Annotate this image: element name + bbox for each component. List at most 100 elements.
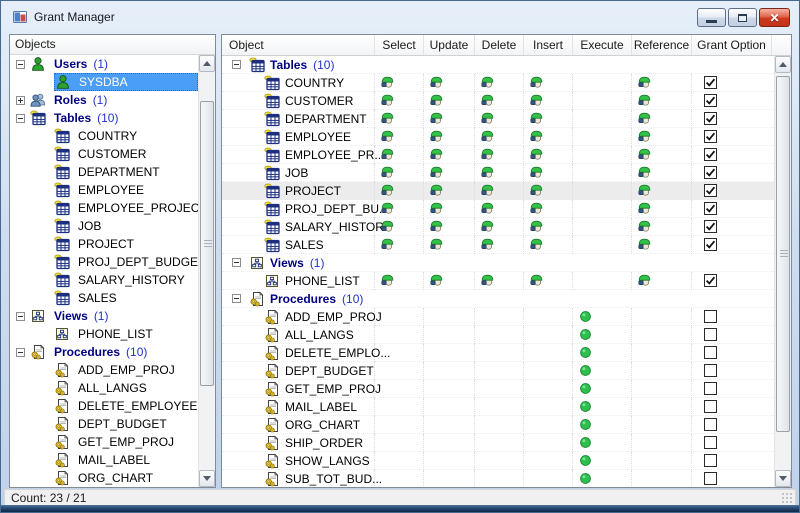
grant-option-checkbox-checked[interactable] — [704, 112, 717, 125]
tree-item[interactable]: DELETE_EMPLOYEE — [10, 397, 198, 415]
collapse-minus-icon[interactable] — [232, 294, 241, 303]
grid-scrollbar[interactable] — [774, 56, 791, 487]
privilege-cell-execute[interactable] — [573, 398, 632, 416]
grant-option-checkbox-unchecked[interactable] — [704, 454, 717, 467]
grant-option-checkbox-checked[interactable] — [704, 130, 717, 143]
privilege-cell-reference[interactable] — [632, 92, 692, 110]
privilege-cell-delete[interactable] — [475, 146, 524, 164]
grant-option-cell[interactable] — [692, 146, 772, 164]
column-header-execute[interactable]: Execute — [573, 35, 632, 55]
tree-item[interactable]: ORG_CHART — [10, 469, 198, 487]
privilege-cell-reference[interactable] — [632, 218, 692, 236]
privilege-cell-update[interactable] — [424, 200, 475, 218]
close-button[interactable]: ✕ — [759, 8, 790, 27]
privilege-cell-delete[interactable] — [475, 416, 524, 434]
column-header-select[interactable]: Select — [375, 35, 424, 55]
scrollbar-thumb[interactable] — [200, 101, 214, 386]
privilege-cell-delete[interactable] — [475, 164, 524, 182]
grid-row[interactable]: EMPLOYEE_PR... — [222, 146, 774, 164]
privilege-cell-insert[interactable] — [524, 218, 573, 236]
scroll-up-button[interactable] — [199, 55, 215, 72]
tree-scrollbar[interactable] — [198, 55, 215, 487]
privilege-cell-delete[interactable] — [475, 434, 524, 452]
privilege-cell-insert[interactable] — [524, 434, 573, 452]
privilege-cell-insert[interactable] — [524, 164, 573, 182]
privilege-cell-execute[interactable] — [573, 146, 632, 164]
privilege-cell-update[interactable] — [424, 74, 475, 92]
tree-item[interactable]: SALES — [10, 289, 198, 307]
grant-option-cell[interactable] — [692, 416, 772, 434]
privilege-cell-update[interactable] — [424, 146, 475, 164]
privilege-cell-delete[interactable] — [475, 218, 524, 236]
privilege-cell-reference[interactable] — [632, 236, 692, 254]
privilege-cell-delete[interactable] — [475, 92, 524, 110]
privilege-cell-delete[interactable] — [475, 110, 524, 128]
privilege-cell-execute[interactable] — [573, 380, 632, 398]
grant-option-checkbox-unchecked[interactable] — [704, 310, 717, 323]
privilege-cell-reference[interactable] — [632, 326, 692, 344]
grant-option-checkbox-unchecked[interactable] — [704, 328, 717, 341]
collapse-minus-icon[interactable] — [16, 348, 25, 357]
privilege-cell-delete[interactable] — [475, 362, 524, 380]
privilege-cell-select[interactable] — [375, 110, 424, 128]
privilege-cell-execute[interactable] — [573, 344, 632, 362]
grant-option-cell[interactable] — [692, 272, 772, 290]
collapse-minus-icon[interactable] — [232, 60, 241, 69]
privilege-cell-select[interactable] — [375, 128, 424, 146]
privilege-cell-update[interactable] — [424, 218, 475, 236]
privilege-cell-select[interactable] — [375, 380, 424, 398]
privilege-cell-delete[interactable] — [475, 74, 524, 92]
privilege-cell-insert[interactable] — [524, 416, 573, 434]
privilege-cell-execute[interactable] — [573, 236, 632, 254]
grid-row[interactable]: COUNTRY — [222, 74, 774, 92]
grid-group-procedures[interactable]: Procedures(10) — [222, 290, 774, 308]
grant-option-checkbox-checked[interactable] — [704, 274, 717, 287]
grant-option-checkbox-checked[interactable] — [704, 184, 717, 197]
grid-header[interactable]: ObjectSelectUpdateDeleteInsertExecuteRef… — [222, 35, 791, 56]
privilege-cell-reference[interactable] — [632, 308, 692, 326]
privilege-cell-insert[interactable] — [524, 74, 573, 92]
tree-item[interactable]: CUSTOMER — [10, 145, 198, 163]
grid-row[interactable]: JOB — [222, 164, 774, 182]
privilege-cell-update[interactable] — [424, 236, 475, 254]
grants-grid[interactable]: Tables(10)COUNTRYCUSTOMERDEPARTMENTEMPLO… — [222, 56, 774, 487]
tree-item[interactable]: PHONE_LIST — [10, 325, 198, 343]
privilege-cell-select[interactable] — [375, 146, 424, 164]
tree-group-views[interactable]: Views(1) — [10, 307, 198, 325]
grant-option-cell[interactable] — [692, 182, 772, 200]
tree-group-roles[interactable]: Roles(1) — [10, 91, 198, 109]
privilege-cell-select[interactable] — [375, 236, 424, 254]
privilege-cell-execute[interactable] — [573, 200, 632, 218]
privilege-cell-select[interactable] — [375, 398, 424, 416]
privilege-cell-select[interactable] — [375, 362, 424, 380]
grant-option-checkbox-unchecked[interactable] — [704, 472, 717, 485]
tree-item[interactable]: SALARY_HISTORY — [10, 271, 198, 289]
grid-row[interactable]: ORG_CHART — [222, 416, 774, 434]
privilege-cell-reference[interactable] — [632, 128, 692, 146]
privilege-cell-insert[interactable] — [524, 344, 573, 362]
grant-option-checkbox-unchecked[interactable] — [704, 364, 717, 377]
tree-group-procedures[interactable]: Procedures(10) — [10, 343, 198, 361]
privilege-cell-reference[interactable] — [632, 470, 692, 488]
grant-option-cell[interactable] — [692, 398, 772, 416]
collapse-minus-icon[interactable] — [232, 258, 241, 267]
collapse-minus-icon[interactable] — [16, 312, 25, 321]
privilege-cell-reference[interactable] — [632, 272, 692, 290]
privilege-cell-update[interactable] — [424, 362, 475, 380]
column-header-reference[interactable]: Reference — [632, 35, 692, 55]
grant-option-cell[interactable] — [692, 362, 772, 380]
privilege-cell-update[interactable] — [424, 164, 475, 182]
grant-option-cell[interactable] — [692, 470, 772, 488]
collapse-minus-icon[interactable] — [16, 114, 25, 123]
privilege-cell-update[interactable] — [424, 380, 475, 398]
scroll-down-button[interactable] — [199, 470, 215, 487]
privilege-cell-execute[interactable] — [573, 92, 632, 110]
privilege-cell-execute[interactable] — [573, 128, 632, 146]
privilege-cell-execute[interactable] — [573, 74, 632, 92]
privilege-cell-execute[interactable] — [573, 452, 632, 470]
privilege-cell-update[interactable] — [424, 434, 475, 452]
grant-option-cell[interactable] — [692, 164, 772, 182]
grid-row[interactable]: DEPT_BUDGET — [222, 362, 774, 380]
privilege-cell-delete[interactable] — [475, 452, 524, 470]
privilege-cell-delete[interactable] — [475, 182, 524, 200]
